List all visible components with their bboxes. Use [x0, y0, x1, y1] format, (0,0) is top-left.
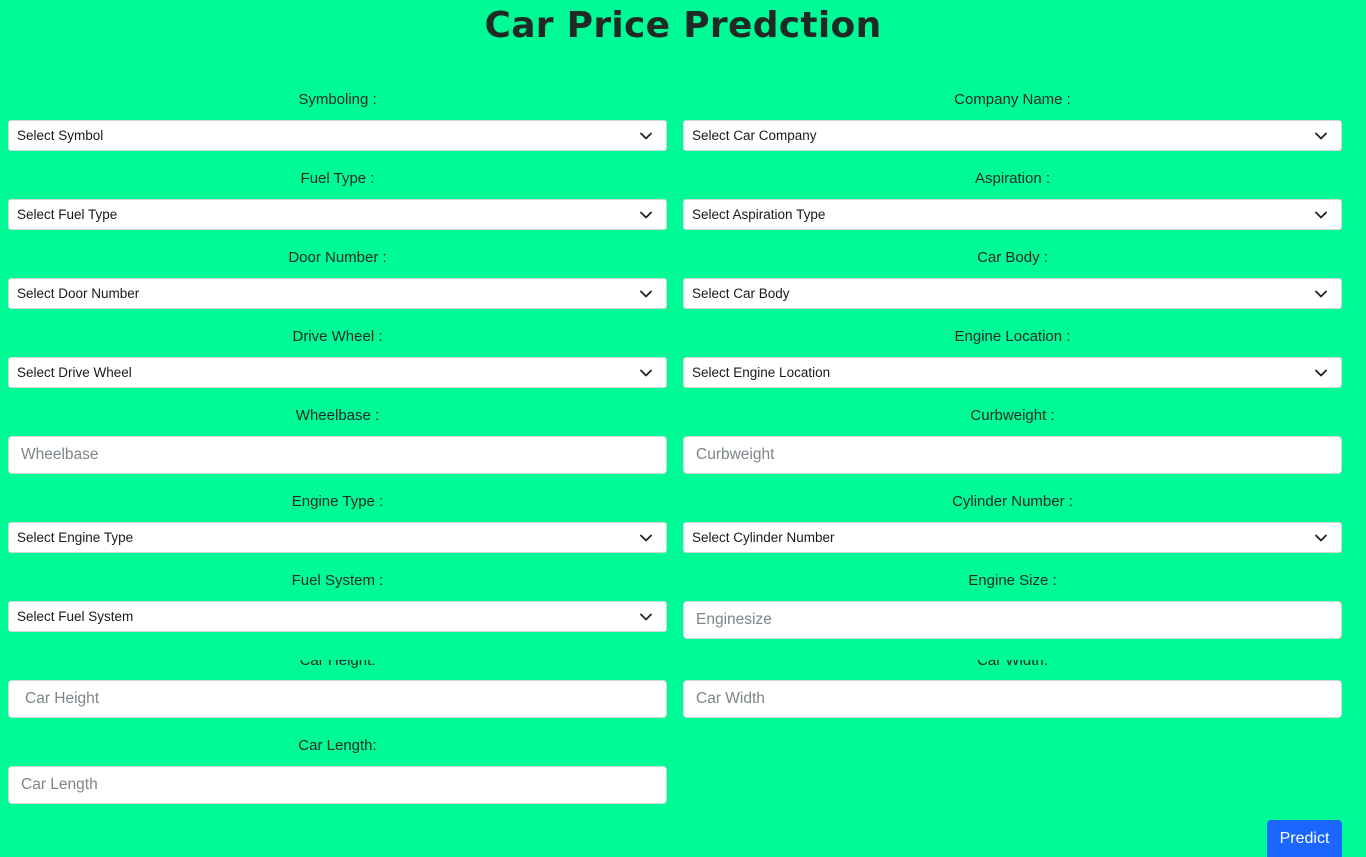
predict-button[interactable]: Predict: [1267, 820, 1342, 857]
curbweight-input[interactable]: [683, 436, 1342, 474]
fuel-system-select-value: Select Fuel System: [17, 609, 134, 624]
cylinder-number-label: Cylinder Number :: [952, 493, 1073, 510]
aspiration-select-value: Select Aspiration Type: [692, 207, 826, 222]
door-number-select[interactable]: Select Door Number: [8, 278, 667, 309]
fuel-type-label: Fuel Type :: [300, 170, 375, 187]
car-body-label: Car Body :: [977, 249, 1048, 266]
car-body-select[interactable]: Select Car Body: [683, 278, 1342, 309]
car-length-input[interactable]: [8, 766, 667, 804]
chevron-down-icon: [1315, 211, 1327, 219]
curbweight-label: Curbweight :: [970, 407, 1055, 424]
door-number-label: Door Number :: [288, 249, 387, 266]
engine-type-select-value: Select Engine Type: [17, 530, 134, 545]
engine-type-select[interactable]: Select Engine Type: [8, 522, 667, 553]
drive-wheel-select-value: Select Drive Wheel: [17, 365, 132, 380]
aspiration-label: Aspiration :: [974, 170, 1051, 187]
page-title: Car Price Predction: [484, 5, 882, 46]
chevron-down-icon: [1315, 132, 1327, 140]
company-select-value: Select Car Company: [692, 128, 817, 143]
engine-location-select[interactable]: Select Engine Location: [683, 357, 1342, 388]
company-label: Company Name :: [954, 91, 1071, 108]
cylinder-number-select-value: Select Cylinder Number: [692, 530, 835, 545]
chevron-down-icon: [640, 369, 652, 377]
car-height-input[interactable]: [8, 680, 667, 718]
engine-size-input[interactable]: [683, 601, 1342, 639]
cylinder-number-select[interactable]: Select Cylinder Number: [683, 522, 1342, 553]
engine-size-label: Engine Size :: [968, 572, 1057, 589]
symboling-select[interactable]: Select Symbol: [8, 120, 667, 151]
symboling-label: Symboling :: [298, 91, 377, 108]
wheelbase-input[interactable]: [8, 436, 667, 474]
door-number-select-value: Select Door Number: [17, 286, 140, 301]
chevron-down-icon: [640, 132, 652, 140]
fuel-system-label: Fuel System :: [291, 572, 384, 589]
chevron-down-icon: [640, 290, 652, 298]
car-height-label: Car Height:: [299, 660, 376, 669]
drive-wheel-select[interactable]: Select Drive Wheel: [8, 357, 667, 388]
car-width-input[interactable]: [683, 680, 1342, 718]
fuel-type-select-value: Select Fuel Type: [17, 207, 118, 222]
fuel-system-select[interactable]: Select Fuel System: [8, 601, 667, 632]
car-price-form-page: Car Price Predction Symboling : Select S…: [0, 0, 1366, 857]
chevron-down-icon: [1315, 290, 1327, 298]
engine-location-label: Engine Location :: [954, 328, 1071, 345]
car-body-select-value: Select Car Body: [692, 286, 790, 301]
aspiration-select[interactable]: Select Aspiration Type: [683, 199, 1342, 230]
symboling-select-value: Select Symbol: [17, 128, 104, 143]
fuel-type-select[interactable]: Select Fuel Type: [8, 199, 667, 230]
car-width-label: Car Width:: [977, 660, 1048, 669]
engine-location-select-value: Select Engine Location: [692, 365, 831, 380]
car-length-label: Car Length:: [298, 737, 377, 754]
wheelbase-label: Wheelbase :: [295, 407, 380, 424]
chevron-down-icon: [1315, 369, 1327, 377]
engine-type-label: Engine Type :: [291, 493, 384, 510]
chevron-down-icon: [640, 211, 652, 219]
chevron-down-icon: [1315, 534, 1327, 542]
drive-wheel-label: Drive Wheel :: [292, 328, 383, 345]
chevron-down-icon: [640, 534, 652, 542]
company-select[interactable]: Select Car Company: [683, 120, 1342, 151]
chevron-down-icon: [640, 613, 652, 621]
